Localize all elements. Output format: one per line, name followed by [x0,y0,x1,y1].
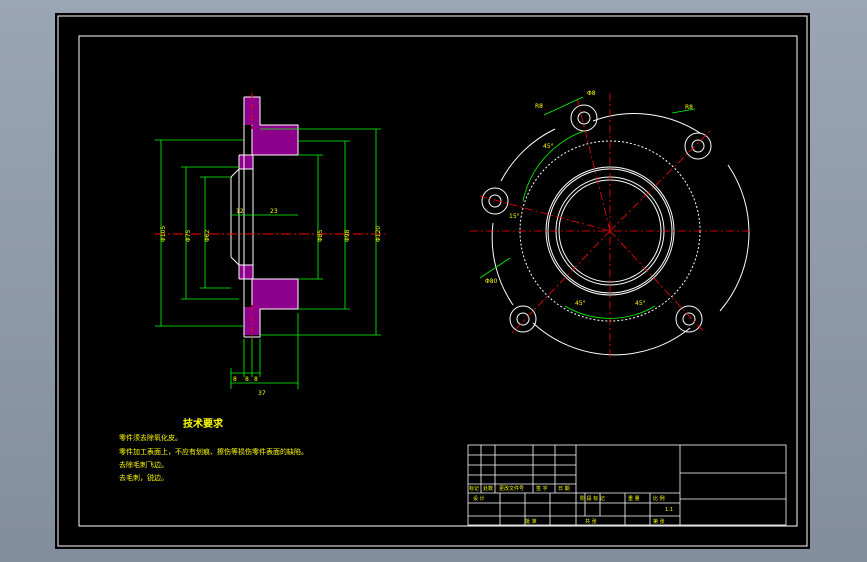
title-block [467,444,787,526]
dim-label-phi105: Φ105 [160,226,167,242]
title-sheet: 第 张 [653,518,665,525]
drawing-sheet: 12 23 Φ105 Φ75 Φ62 Φ85 Φ98 Φ120 8 8 8 37 [55,13,810,549]
title-total: 共 张 [585,518,597,525]
title-scale: 1:1 [665,507,673,513]
angle-label-4: 15° [509,213,520,220]
note-1: 零件须去除氧化皮。 [119,434,182,442]
dim-label-b2: 8 [245,376,249,383]
angle-label-2: 45° [575,300,586,307]
title-col-count: 处数 [483,485,493,492]
section-view: 12 23 Φ105 Φ75 Φ62 Φ85 Φ98 Φ120 8 8 8 37 [155,93,385,397]
flange-outline [481,104,750,356]
dim-label-12: 12 [236,208,244,215]
title-col-change: 更改文件号 [499,485,524,492]
angle-label-3: 45° [635,300,646,307]
radius-label-2: R8 [535,103,543,110]
title-approve: 批 准 [525,518,537,525]
title-weight: 重 量 [628,495,640,502]
outer-border [57,15,808,547]
dim-label-23: 23 [270,208,278,215]
title-col-sign: 签 字 [536,485,548,492]
title-col-mark: 标记 [469,485,479,492]
dim-label-b3: 8 [254,376,258,383]
angle-label-1: 45° [543,143,554,150]
section-dimension-lines [155,128,381,389]
title-stage: 阶 段 标 记 [580,495,605,502]
tech-requirements-title: 技术要求 [183,419,223,430]
cad-canvas: 12 23 Φ105 Φ75 Φ62 Φ85 Φ98 Φ120 8 8 8 37 [57,15,808,547]
pcd-label: Φ80 [485,278,498,285]
dim-label-b1: 8 [233,376,237,383]
section-hatch [239,97,298,335]
dim-label-b4: 37 [258,390,266,397]
note-4: 去毛刺，锐边。 [119,474,168,482]
radius-label-1: R8 [685,104,693,111]
title-ratio: 比 例 [653,495,665,502]
dim-label-phi98: Φ98 [344,229,351,242]
note-3: 去除毛刺飞边。 [119,461,168,469]
plan-view: 45° 45° 45° 15° Φ8 R8 R8 Φ80 [470,90,750,358]
hole-dia-label: Φ8 [587,90,596,97]
note-2: 零件加工表面上，不应有划痕、擦伤等损伤零件表面的缺陷。 [119,448,308,456]
dim-label-phi85: Φ85 [317,229,324,242]
dim-label-phi120: Φ120 [375,226,382,242]
dim-label-phi62: Φ62 [204,229,211,242]
title-col-date: 日 期 [558,486,570,492]
title-design: 设 计 [473,495,485,502]
dim-label-phi75: Φ75 [185,229,192,242]
